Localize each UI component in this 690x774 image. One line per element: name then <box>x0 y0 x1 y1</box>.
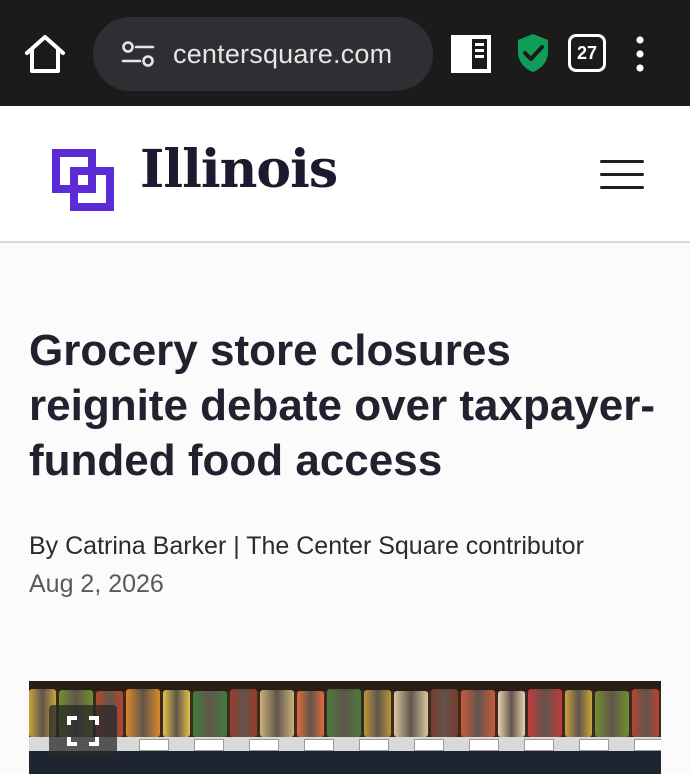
price-tag <box>634 739 661 751</box>
price-tag <box>414 739 444 751</box>
shelf-can <box>364 690 391 737</box>
price-tag <box>194 739 224 751</box>
fullscreen-button[interactable] <box>49 705 117 757</box>
hamburger-menu-icon[interactable] <box>600 160 644 190</box>
more-menu-button[interactable] <box>630 36 650 72</box>
shelf-can <box>632 689 659 737</box>
reader-mode-icon <box>451 35 491 73</box>
shelf-can <box>297 691 324 737</box>
site-logo-text[interactable]: Illinois <box>140 138 338 202</box>
browser-toolbar: centersquare.com 27 <box>0 0 690 106</box>
address-bar[interactable]: centersquare.com <box>93 17 433 91</box>
shelf-can <box>163 690 190 737</box>
shield-check-button[interactable] <box>516 32 550 74</box>
price-tag <box>249 739 279 751</box>
price-tag <box>579 739 609 751</box>
home-button[interactable] <box>22 33 68 75</box>
price-tag <box>304 739 334 751</box>
site-header: Illinois <box>0 106 690 243</box>
price-tag <box>469 739 499 751</box>
shelf-rail <box>29 737 661 751</box>
shelf-can <box>431 689 458 737</box>
shelf-can <box>565 690 592 737</box>
shield-check-icon <box>518 34 548 72</box>
fullscreen-icon <box>67 716 99 746</box>
more-vert-icon <box>636 36 644 72</box>
shelf-can <box>327 689 361 737</box>
shelf-can <box>394 691 428 737</box>
price-tag <box>524 739 554 751</box>
site-settings-icon[interactable] <box>121 41 155 67</box>
price-tag <box>139 739 169 751</box>
article-hero-image[interactable] <box>29 681 661 774</box>
article-byline[interactable]: By Catrina Barker | The Center Square co… <box>29 530 584 562</box>
shelf-can <box>528 689 562 737</box>
url-text[interactable]: centersquare.com <box>173 39 392 69</box>
shelf-can <box>260 690 294 737</box>
tab-switcher-button[interactable]: 27 <box>568 34 606 72</box>
home-icon <box>25 35 65 73</box>
price-tag <box>359 739 389 751</box>
shelf-can <box>126 689 160 737</box>
shelf-underside <box>29 751 661 774</box>
shelf-can <box>595 691 629 737</box>
logo-icon[interactable] <box>52 149 114 211</box>
article-date: Aug 2, 2026 <box>29 570 164 598</box>
article-headline: Grocery store closures reignite debate o… <box>29 326 656 485</box>
article: Grocery store closures reignite debate o… <box>0 243 690 774</box>
shelf-can <box>193 691 227 737</box>
reader-mode-button[interactable] <box>450 34 492 74</box>
shelf-can <box>498 691 525 737</box>
shelf-can <box>461 690 495 737</box>
shelf-can <box>230 689 257 737</box>
